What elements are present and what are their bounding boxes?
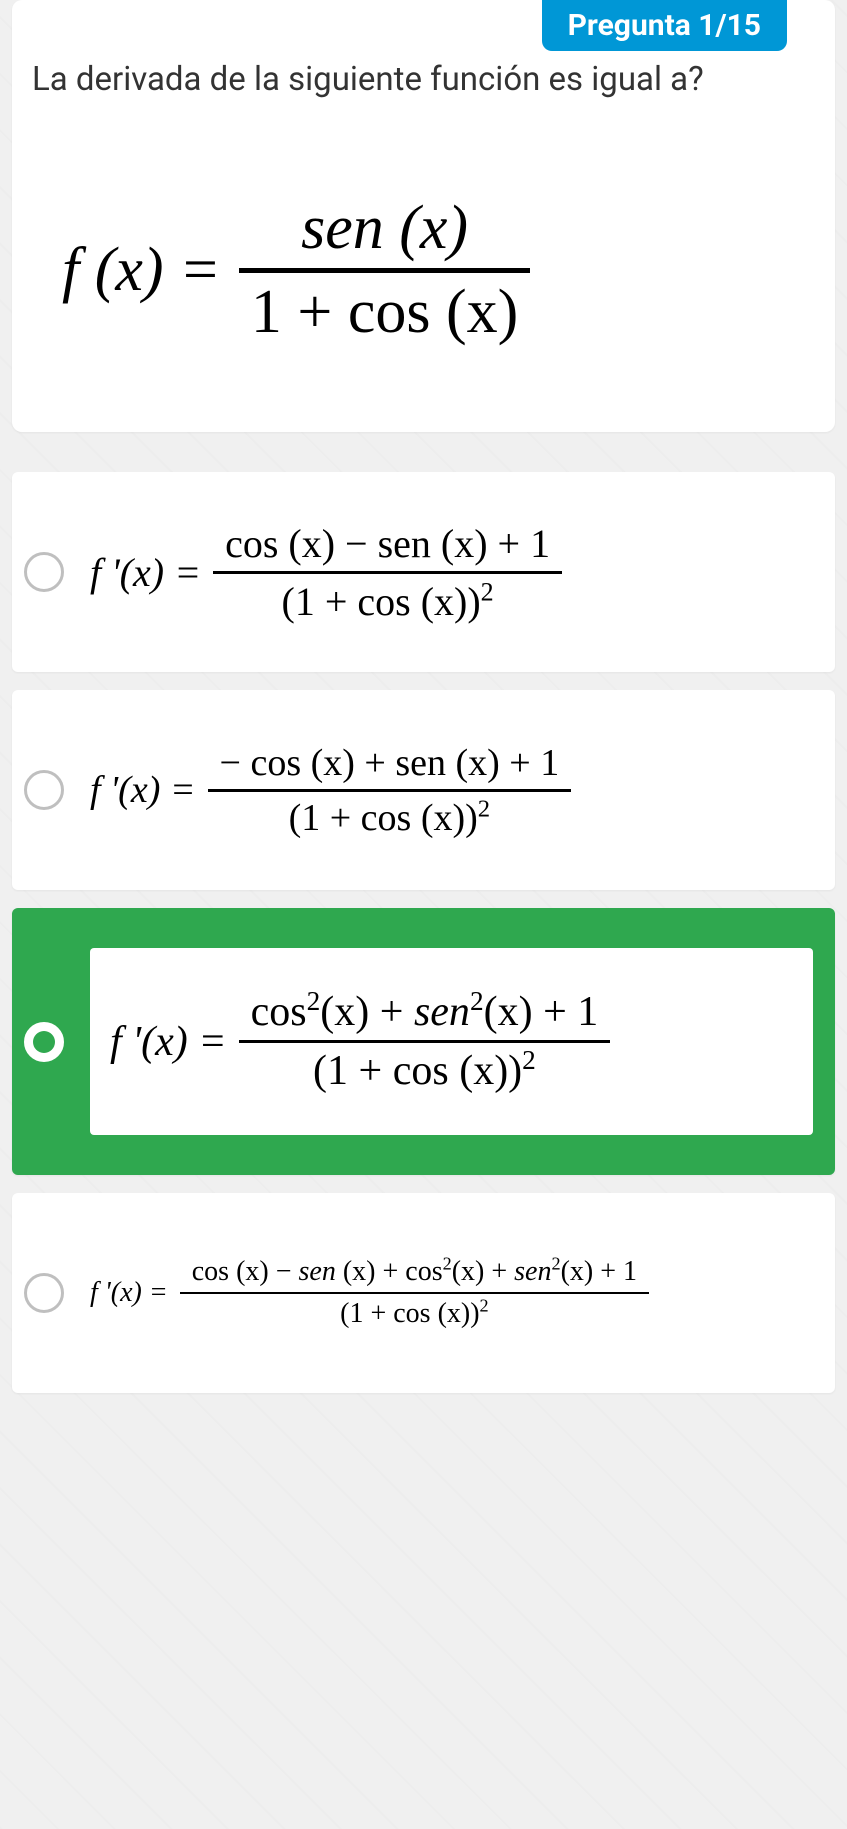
radio-icon xyxy=(24,552,64,592)
radio-icon xyxy=(24,1022,64,1062)
radio-icon xyxy=(24,770,64,810)
option-numerator: − cos (x) + sen (x) + 1 xyxy=(208,737,572,789)
answer-option[interactable]: f '(x) =cos2(x) + sen2(x) + 1(1 + cos (x… xyxy=(12,908,835,1175)
option-denominator: (1 + cos (x))2 xyxy=(270,574,506,629)
option-fraction: cos2(x) + sen2(x) + 1(1 + cos (x))2 xyxy=(239,984,611,1099)
option-lhs: f '(x) = xyxy=(90,1277,168,1309)
question-text: La derivada de la siguiente función es i… xyxy=(32,60,815,99)
option-denominator: (1 + cos (x))2 xyxy=(277,792,503,844)
option-formula: f '(x) = − cos (x) + sen (x) + 1(1 + cos … xyxy=(90,737,571,844)
option-denominator: (1 + cos (x))2 xyxy=(328,1294,501,1334)
option-content: f '(x) = cos (x) − sen (x) + 1(1 + cos (x… xyxy=(90,516,813,629)
answer-option[interactable]: f '(x) = cos (x) − sen (x) + cos2(x) + se… xyxy=(12,1193,835,1393)
formula-lhs: f (x) = xyxy=(62,235,221,306)
option-lhs: f '(x) = xyxy=(110,1018,227,1066)
question-counter-badge: Pregunta 1/15 xyxy=(542,0,787,51)
answer-option[interactable]: f '(x) = cos (x) − sen (x) + 1(1 + cos (x… xyxy=(12,472,835,672)
answer-option[interactable]: f '(x) = − cos (x) + sen (x) + 1(1 + cos … xyxy=(12,690,835,890)
option-formula: f '(x) = cos (x) − sen (x) + cos2(x) + se… xyxy=(90,1252,649,1334)
question-card: La derivada de la siguiente función es i… xyxy=(12,0,835,432)
option-formula: f '(x) =cos2(x) + sen2(x) + 1(1 + cos (x… xyxy=(110,984,610,1099)
option-content: f '(x) = − cos (x) + sen (x) + 1(1 + cos … xyxy=(90,737,813,844)
option-fraction: cos (x) − sen (x) + cos2(x) + sen2(x) + … xyxy=(180,1252,649,1334)
option-fraction: cos (x) − sen (x) + 1(1 + cos (x))2 xyxy=(213,516,562,629)
option-content: f '(x) =cos2(x) + sen2(x) + 1(1 + cos (x… xyxy=(90,948,813,1135)
option-denominator: (1 + cos (x))2 xyxy=(301,1043,548,1099)
option-numerator: cos2(x) + sen2(x) + 1 xyxy=(239,984,611,1040)
option-lhs: f '(x) = xyxy=(90,549,201,596)
formula-numerator: sen (x) xyxy=(289,189,480,268)
option-lhs: f '(x) = xyxy=(90,768,196,812)
option-numerator: cos (x) − sen (x) + cos2(x) + sen2(x) + … xyxy=(180,1252,649,1292)
option-formula: f '(x) = cos (x) − sen (x) + 1(1 + cos (x… xyxy=(90,516,562,629)
options-list: f '(x) =cos (x) − sen (x) + 1(1 + cos (x… xyxy=(12,472,835,1393)
formula-fraction: sen (x) 1 + cos (x) xyxy=(239,189,530,352)
option-content: f '(x) = cos (x) − sen (x) + cos2(x) + se… xyxy=(90,1252,813,1334)
option-fraction: − cos (x) + sen (x) + 1(1 + cos (x))2 xyxy=(208,737,572,844)
radio-icon xyxy=(24,1273,64,1313)
option-numerator: cos (x) − sen (x) + 1 xyxy=(213,516,562,571)
formula-denominator: 1 + cos (x) xyxy=(239,273,530,352)
question-formula: f (x) = sen (x) 1 + cos (x) xyxy=(32,189,815,352)
